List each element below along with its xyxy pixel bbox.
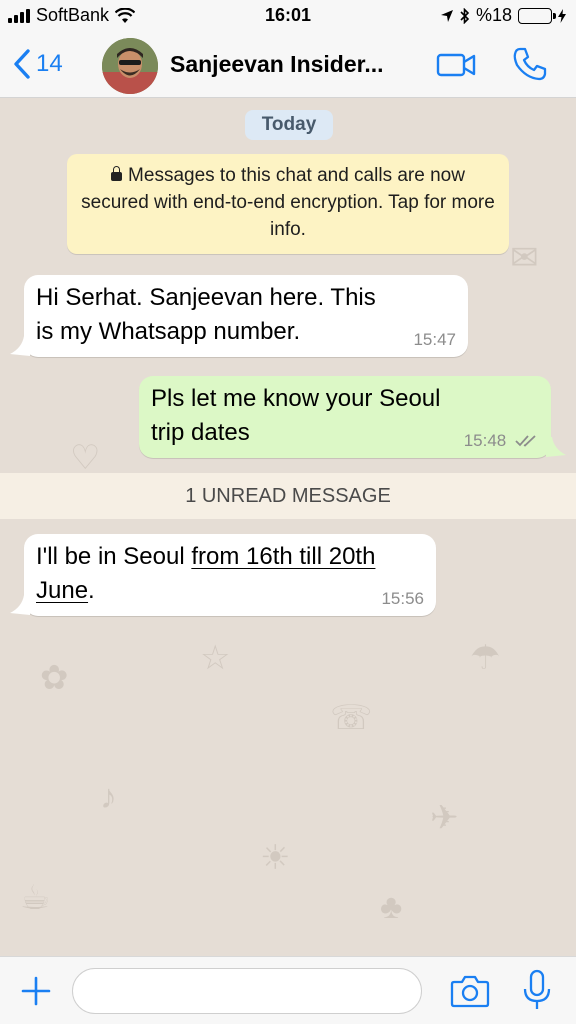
encryption-notice-text: Messages to this chat and calls are now … [81, 165, 495, 240]
chat-header: 14 Sanjeevan Insider... [0, 32, 576, 98]
date-separator: Today [245, 110, 333, 140]
back-unread-count: 14 [36, 50, 63, 77]
battery-percent: %18 [475, 5, 512, 25]
wallpaper-doodle-icon: ✈ [430, 799, 459, 837]
avatar[interactable] [102, 38, 158, 94]
wallpaper-doodle-icon: ☏ [330, 699, 373, 737]
message-incoming[interactable]: I'll be in Seoul from 16th till 20th Jun… [24, 534, 436, 616]
encryption-notice[interactable]: Messages to this chat and calls are now … [67, 154, 509, 254]
message-text-part: . [88, 577, 95, 604]
wallpaper-doodle-icon: ☆ [200, 639, 231, 677]
message-time-status: 15:48 [464, 432, 539, 450]
message-outgoing[interactable]: Pls let me know your Seoul trip dates 15… [139, 376, 551, 458]
chevron-left-icon [14, 49, 30, 79]
phone-icon[interactable] [512, 46, 548, 82]
microphone-icon[interactable] [522, 969, 552, 1013]
wallpaper-doodle-icon: ♣ [380, 888, 403, 926]
message-text: Hi Serhat. Sanjeevan here. This is my Wh… [36, 284, 376, 345]
message-input[interactable] [72, 968, 422, 1014]
charging-bolt-icon [558, 8, 566, 23]
unread-messages-divider: 1 UNREAD MESSAGE [0, 473, 576, 519]
message-incoming[interactable]: Hi Serhat. Sanjeevan here. This is my Wh… [24, 275, 468, 357]
battery-icon [518, 7, 556, 24]
message-text: I'll be in Seoul from 16th till 20th Jun… [36, 543, 375, 604]
back-button[interactable]: 14 [12, 48, 63, 80]
wallpaper-doodle-icon: ☂ [470, 639, 501, 677]
chat-area[interactable]: ☺ ✉ ♡ ☂ ✿ ☆ ☏ ♪ ☀ ✈ ☕ ♣ Today Messages t… [0, 98, 576, 956]
video-call-icon[interactable] [436, 50, 476, 80]
lock-icon [111, 166, 123, 181]
double-check-icon [515, 435, 536, 447]
bubble-tail [546, 437, 566, 457]
plus-icon[interactable] [20, 975, 52, 1007]
message-time: 15:48 [463, 431, 507, 450]
wallpaper-doodle-icon: ☀ [260, 839, 291, 877]
wallpaper-doodle-icon: ☕ [20, 879, 51, 917]
wallpaper-doodle-icon: ✉ [510, 239, 539, 277]
wallpaper-doodle-icon: ♪ [100, 778, 117, 816]
message-text-part: I'll be in Seoul [36, 543, 192, 570]
status-bar: SoftBank 16:01 %18 [0, 0, 576, 32]
message-text: Pls let me know your Seoul trip dates [151, 385, 441, 446]
status-right: %18 [440, 5, 566, 26]
bubble-tail [10, 336, 30, 356]
location-arrow-icon [440, 9, 453, 22]
bluetooth-icon [460, 7, 470, 24]
bubble-tail [10, 595, 30, 615]
wallpaper-doodle-icon: ♡ [70, 439, 101, 477]
wallpaper-doodle-icon: ✿ [40, 659, 69, 697]
message-time: 15:47 [413, 330, 456, 349]
contact-photo [102, 38, 158, 94]
message-time: 15:56 [381, 589, 424, 608]
camera-icon[interactable] [450, 973, 490, 1009]
contact-name[interactable]: Sanjeevan Insider... [170, 51, 384, 78]
message-composer [0, 956, 576, 1024]
